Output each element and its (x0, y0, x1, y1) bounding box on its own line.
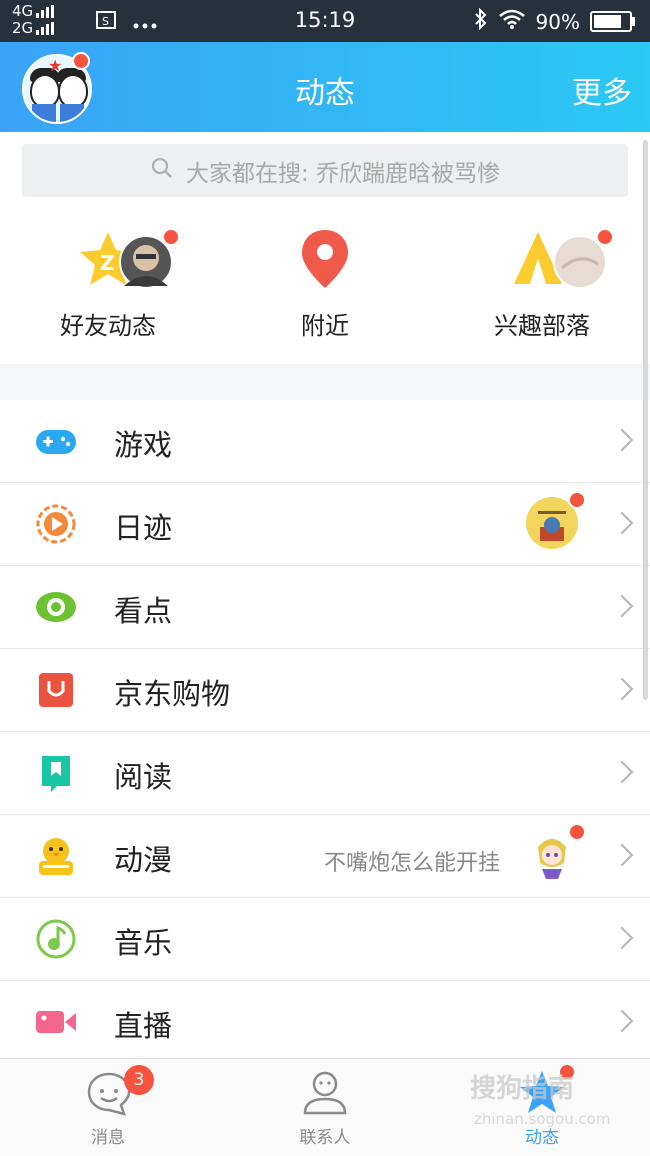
tribe-notification-dot (596, 228, 614, 246)
battery-percent: 90% (535, 9, 580, 34)
anime-notification-dot (568, 823, 586, 841)
video-camera-icon (35, 1001, 77, 1043)
header: ★ 动态 更多 (0, 42, 650, 132)
chevron-right-icon (610, 428, 634, 452)
svg-text:Z: Z (100, 251, 115, 275)
chevron-right-icon (610, 677, 634, 701)
list-item-daily-trace[interactable]: 日迹 (0, 483, 650, 566)
list-item-label: 京东购物 (114, 677, 231, 711)
anime-hint-text: 不嘴炮怎么能开挂 (323, 851, 500, 876)
search-input[interactable]: 大家都在搜: 乔欣踹鹿晗被骂惨 (22, 144, 628, 197)
eye-icon (35, 586, 77, 628)
shopping-bag-icon (35, 669, 77, 711)
list-item-label: 日迹 (114, 511, 173, 545)
shortcut-label: 兴趣部落 (494, 312, 590, 340)
list-item-live[interactable]: 直播 (0, 981, 650, 1063)
list-item-jd-shopping[interactable]: 京东购物 (0, 649, 650, 732)
gamepad-icon (35, 420, 77, 462)
chevron-right-icon (610, 760, 634, 784)
tab-messages[interactable]: 3 消息 (0, 1059, 216, 1156)
list-item-music[interactable]: 音乐 (0, 898, 650, 981)
list-item-label: 直播 (114, 1009, 173, 1043)
list-item-reading[interactable]: 阅读 (0, 732, 650, 815)
more-button[interactable]: 更多 (572, 68, 632, 112)
friends-feed-notification-dot (162, 228, 180, 246)
top-panel: 大家都在搜: 乔欣踹鹿晗被骂惨 Z 好友动态 附近 兴趣部落 (0, 132, 650, 364)
chevron-right-icon (610, 594, 634, 618)
tribe-tent-icon (510, 228, 610, 298)
list-item-anime[interactable]: 动漫 不嘴炮怎么能开挂 (0, 815, 650, 898)
music-note-icon (35, 918, 77, 960)
chevron-right-icon (610, 511, 634, 535)
location-pin-icon (299, 228, 351, 294)
watermark-logo: 搜狗指南 (470, 1074, 575, 1104)
tab-contacts[interactable]: 联系人 (217, 1059, 433, 1156)
list-item-highlights[interactable]: 看点 (0, 566, 650, 649)
list-item-label: 看点 (114, 594, 173, 628)
scrollbar[interactable] (643, 140, 648, 700)
list-item-label: 游戏 (114, 428, 173, 462)
play-circle-icon (35, 503, 77, 545)
shortcut-label: 附近 (301, 312, 349, 340)
list-item-games[interactable]: 游戏 (0, 400, 650, 483)
wifi-icon (498, 9, 526, 34)
friends-feed-icon: Z (76, 228, 176, 298)
contact-icon (301, 1069, 349, 1121)
unread-badge: 3 (124, 1065, 154, 1095)
battery-icon (590, 11, 635, 32)
list-item-label: 音乐 (114, 926, 173, 960)
tab-label: 消息 (91, 1128, 125, 1148)
status-bar: 4G 2G S 15:19 90% (0, 0, 650, 42)
search-placeholder: 大家都在搜: 乔欣踹鹿晗被骂惨 (185, 160, 501, 187)
shortcut-label: 好友动态 (60, 312, 156, 340)
chevron-right-icon (610, 926, 634, 950)
list-item-label: 阅读 (114, 760, 173, 794)
chick-icon (35, 835, 77, 877)
tab-label: 联系人 (299, 1128, 351, 1148)
feature-list: 游戏 日迹 看点 京东购物 阅读 动漫 不嘴炮怎么能开挂 音乐 直播 (0, 400, 650, 1063)
page-title: 动态 (295, 76, 355, 111)
watermark-url: zhinan.sogou.com (474, 1110, 611, 1128)
chevron-right-icon (610, 843, 634, 867)
bluetooth-icon (474, 7, 488, 35)
list-item-label: 动漫 (114, 843, 173, 877)
chevron-right-icon (610, 1009, 634, 1033)
bookmark-icon (35, 752, 77, 794)
daily-trace-notification-dot (568, 491, 586, 509)
search-icon (150, 156, 174, 186)
